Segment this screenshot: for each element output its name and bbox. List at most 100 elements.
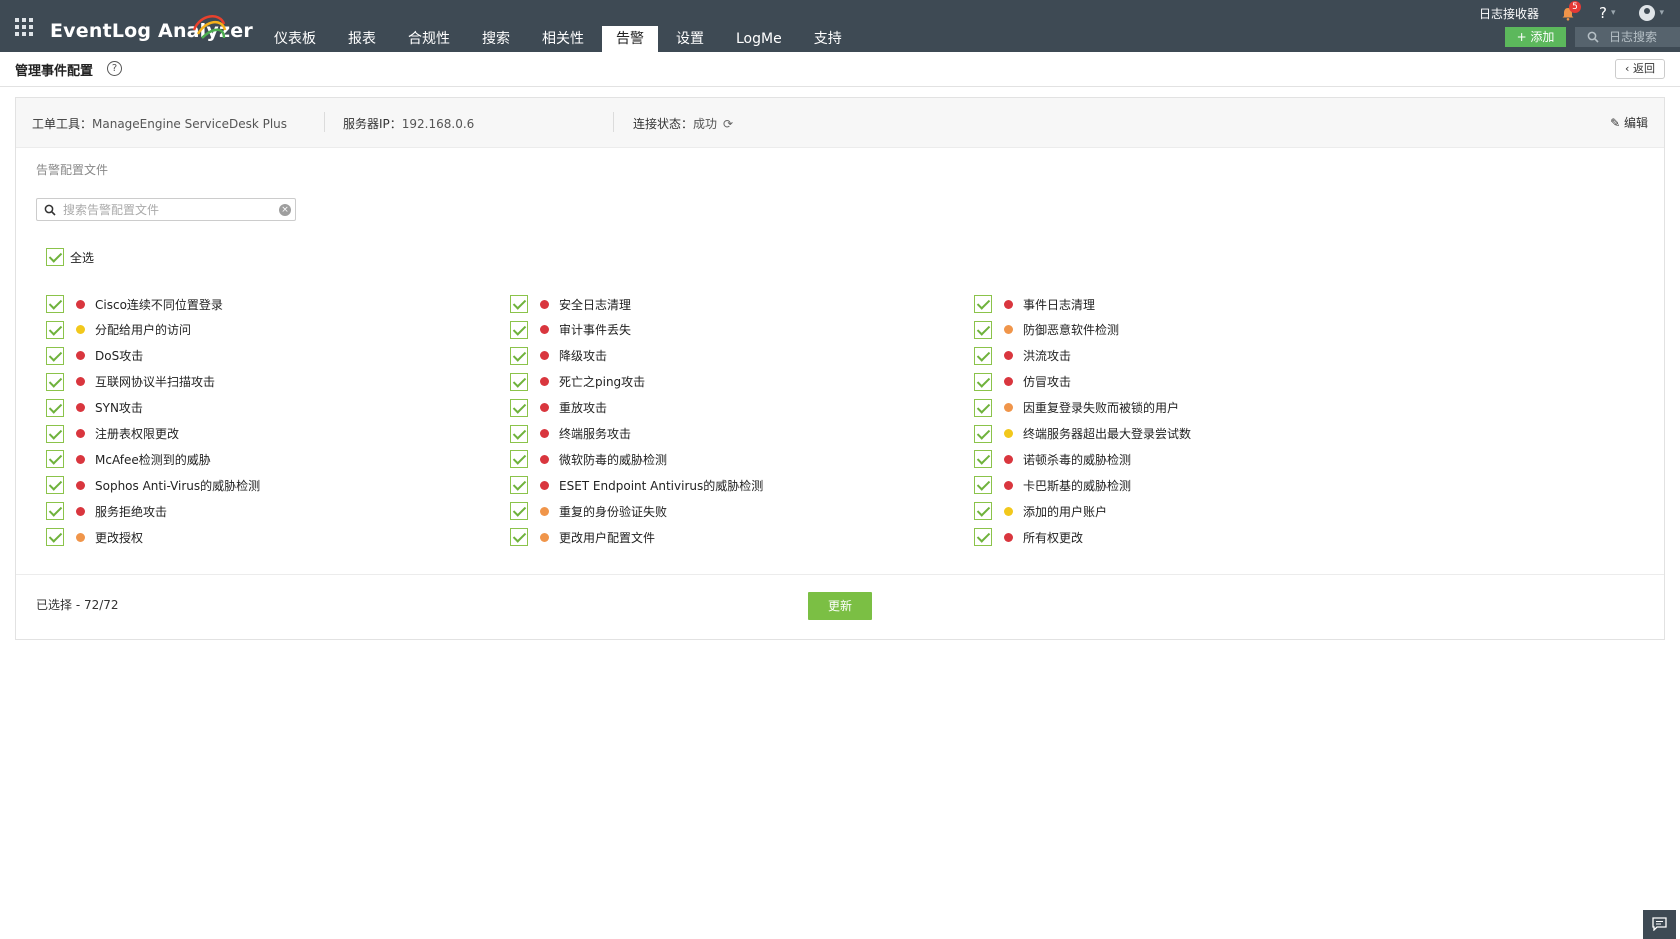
profile-checkbox[interactable]: [46, 450, 64, 469]
nav-tab[interactable]: 搜索: [468, 26, 524, 52]
alert-profile-item: 死亡之ping攻击: [510, 372, 645, 392]
profile-search-input[interactable]: [63, 201, 273, 218]
alert-profile-item: 所有权更改: [974, 527, 1083, 547]
profile-checkbox[interactable]: [510, 502, 528, 521]
alert-profile-item: 更改授权: [46, 527, 143, 547]
divider: [16, 574, 1664, 575]
severity-dot-icon: [540, 377, 549, 387]
profile-checkbox[interactable]: [974, 476, 992, 495]
profile-label: 微软防毒的威胁检测: [559, 452, 668, 467]
alert-profile-item: Sophos Anti-Virus的威胁检测: [46, 475, 260, 495]
severity-dot-icon: [1004, 325, 1013, 335]
alert-profile-item: 仿冒攻击: [974, 372, 1071, 392]
log-search-button[interactable]: 日志搜索: [1575, 27, 1680, 47]
profile-checkbox[interactable]: [974, 528, 992, 547]
profile-checkbox[interactable]: [510, 320, 528, 339]
add-button[interactable]: + 添加: [1505, 27, 1566, 47]
pencil-icon: ✎: [1610, 116, 1624, 130]
profile-label: 服务拒绝攻击: [95, 504, 168, 519]
severity-dot-icon: [540, 480, 549, 490]
profile-checkbox[interactable]: [46, 372, 64, 391]
profile-checkbox[interactable]: [510, 346, 528, 365]
select-all-label: 全选: [70, 250, 95, 265]
profile-label: 分配给用户的访问: [95, 323, 192, 338]
profile-checkbox[interactable]: [510, 424, 528, 443]
profile-checkbox[interactable]: [46, 528, 64, 547]
ticket-tool-label: 工单工具：: [32, 117, 93, 131]
nav-tab[interactable]: 支持: [800, 26, 856, 52]
profile-label: 重复的身份验证失败: [559, 504, 668, 519]
update-button[interactable]: 更新: [808, 592, 872, 620]
page-header: 管理事件配置 ? ‹ 返回: [0, 52, 1680, 87]
nav-tab[interactable]: 报表: [334, 26, 390, 52]
profile-checkbox[interactable]: [510, 528, 528, 547]
profile-checkbox[interactable]: [510, 372, 528, 391]
alert-profile-item: 注册表权限更改: [46, 424, 179, 444]
chevron-down-icon[interactable]: ▾: [1611, 8, 1616, 18]
profile-checkbox[interactable]: [510, 476, 528, 495]
nav-tab[interactable]: 合规性: [394, 26, 464, 52]
nav-tab[interactable]: 仪表板: [260, 26, 330, 52]
severity-dot-icon: [540, 299, 549, 309]
profile-label: 卡巴斯基的威胁检测: [1023, 478, 1132, 493]
profile-checkbox[interactable]: [974, 424, 992, 443]
profile-checkbox[interactable]: [46, 346, 64, 365]
event-config-panel: 工单工具：ManageEngine ServiceDesk Plus 服务器IP…: [15, 97, 1665, 640]
log-search-label: 日志搜索: [1609, 30, 1658, 44]
severity-dot-icon: [76, 299, 85, 309]
chevron-down-icon[interactable]: ▾: [1659, 8, 1664, 18]
clear-icon[interactable]: ×: [279, 204, 291, 216]
profile-label: 所有权更改: [1023, 530, 1084, 545]
profile-label: 安全日志清理: [559, 297, 632, 312]
help-icon[interactable]: ?: [1599, 4, 1607, 22]
log-collector-link[interactable]: 日志接收器: [1479, 5, 1539, 22]
profile-checkbox[interactable]: [974, 502, 992, 521]
alert-profile-item: 安全日志清理: [510, 294, 631, 314]
chat-icon: [1652, 917, 1667, 931]
profile-checkbox[interactable]: [974, 320, 992, 339]
profile-checkbox[interactable]: [510, 450, 528, 469]
notification-bell[interactable]: 5: [1561, 1, 1581, 21]
alert-profile-item: 因重复登录失败而被锁的用户: [974, 398, 1179, 418]
alert-profile-item: 重复的身份验证失败: [510, 501, 667, 521]
severity-dot-icon: [1004, 454, 1013, 464]
edit-button[interactable]: ✎ 编辑: [1610, 114, 1648, 131]
nav-tab[interactable]: 设置: [662, 26, 718, 52]
refresh-icon[interactable]: ⟳: [723, 117, 733, 131]
apps-grid-icon[interactable]: [15, 18, 33, 36]
back-button[interactable]: ‹ 返回: [1615, 59, 1665, 79]
profile-checkbox[interactable]: [974, 295, 992, 313]
severity-dot-icon: [76, 532, 85, 542]
help-circle-icon[interactable]: ?: [107, 61, 122, 76]
alert-profile-item: 分配给用户的访问: [46, 320, 191, 340]
profile-checkbox[interactable]: [46, 295, 64, 313]
severity-dot-icon: [1004, 480, 1013, 490]
profile-checkbox[interactable]: [974, 372, 992, 391]
severity-dot-icon: [540, 454, 549, 464]
nav-tab[interactable]: 相关性: [528, 26, 598, 52]
chat-button[interactable]: [1643, 910, 1676, 939]
profile-checkbox[interactable]: [974, 346, 992, 365]
select-all-checkbox[interactable]: [46, 248, 64, 266]
profile-checkbox[interactable]: [46, 398, 64, 417]
alert-profile-item: 终端服务器超出最大登录尝试数: [974, 424, 1191, 444]
divider: [324, 112, 325, 132]
profile-checkbox[interactable]: [46, 502, 64, 521]
select-all-row: 全选: [46, 248, 94, 266]
profile-checkbox[interactable]: [510, 295, 528, 313]
chevron-left-icon: ‹: [1625, 62, 1633, 75]
profile-label: 降级攻击: [559, 349, 608, 364]
nav-tab[interactable]: LogMe: [722, 26, 796, 52]
profile-checkbox[interactable]: [974, 450, 992, 469]
nav-tab[interactable]: 告警: [602, 26, 658, 52]
profile-label: 审计事件丢失: [559, 323, 632, 338]
profile-checkbox[interactable]: [46, 320, 64, 339]
profile-checkbox[interactable]: [46, 476, 64, 495]
profile-checkbox[interactable]: [510, 398, 528, 417]
alert-profile-item: 重放攻击: [510, 398, 607, 418]
profile-checkbox[interactable]: [974, 398, 992, 417]
user-avatar-icon[interactable]: [1639, 5, 1656, 21]
server-ip-label: 服务器IP：: [343, 117, 402, 131]
severity-dot-icon: [76, 429, 85, 438]
profile-checkbox[interactable]: [46, 424, 64, 443]
